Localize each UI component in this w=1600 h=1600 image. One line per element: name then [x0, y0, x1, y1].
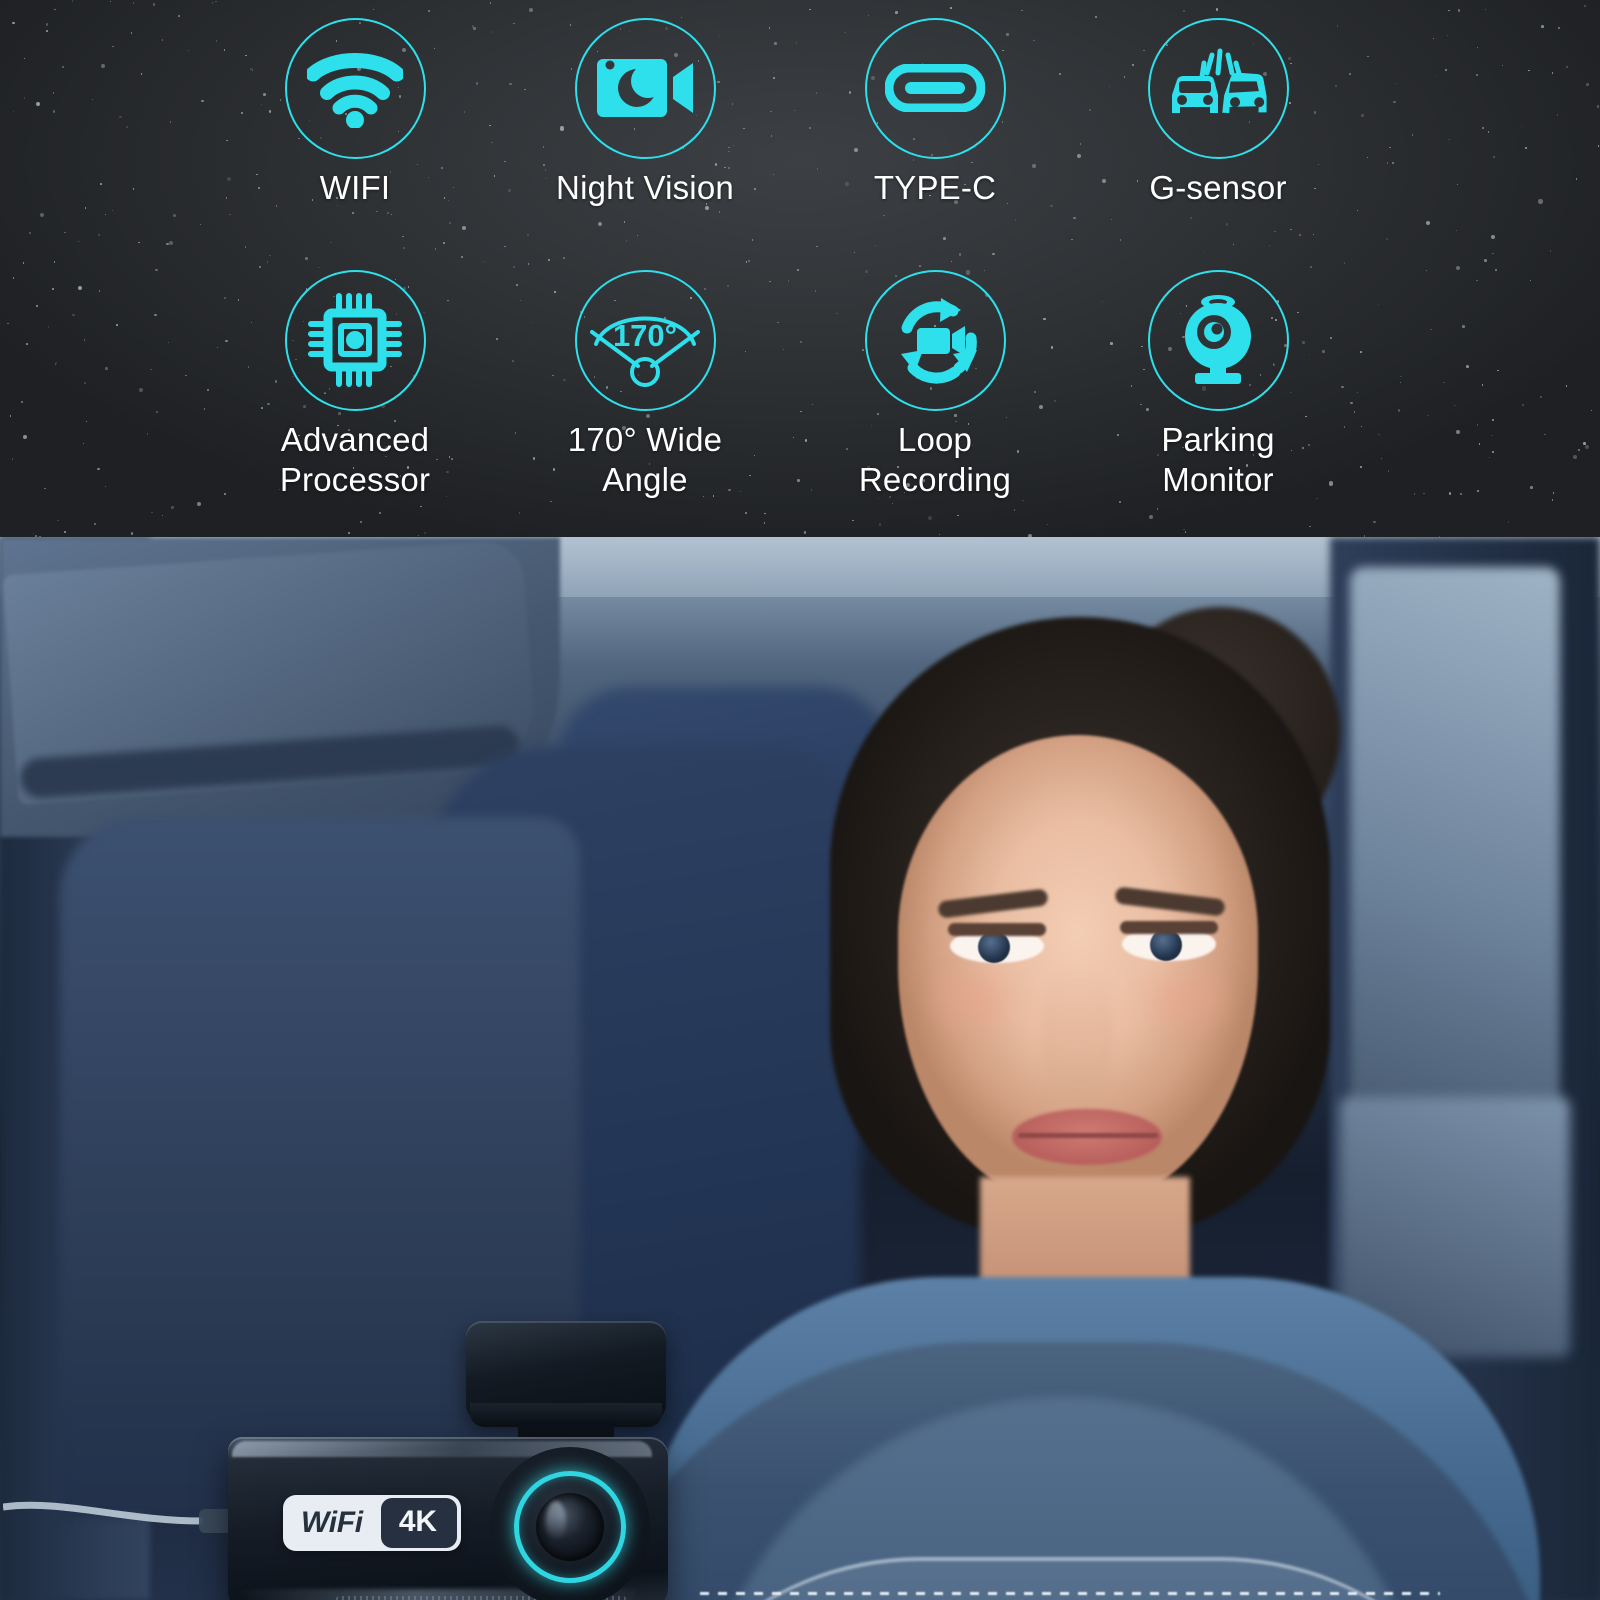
usb-c-cable	[3, 1501, 233, 1533]
lens-glare	[546, 1501, 566, 1541]
feature-label-processor: Advanced Processor	[279, 421, 431, 498]
wifi-badge-label: WiFi	[301, 1506, 363, 1539]
parking-icon-circle	[1147, 269, 1289, 411]
wideangle-icon-circle: 170°	[574, 269, 716, 411]
svg-text:170°: 170°	[613, 318, 677, 353]
feature-wideangle: 170° 170° Wide Angle	[500, 0, 790, 537]
feature-panel: WIFI Night Vision TYPE-C G-sensor Advanc…	[0, 0, 1600, 537]
wide-angle-gauge-icon: 170°	[577, 272, 714, 409]
feature-parking: Parking Monitor	[1073, 0, 1363, 537]
cheek-right	[1130, 957, 1240, 1042]
eyelid-left	[948, 923, 1046, 936]
feature-label-loop: Loop Recording	[858, 421, 1012, 498]
steering-wheel-stitching	[700, 1592, 1440, 1595]
dash-camera-product: WiFi 4K	[3, 1317, 688, 1600]
lip-line	[1018, 1133, 1158, 1138]
feature-label-wideangle: 170° Wide Angle	[567, 421, 723, 498]
nose	[1042, 967, 1112, 1097]
feature-grid: WIFI Night Vision TYPE-C G-sensor Advanc…	[0, 0, 1600, 537]
feature-label-parking: Parking Monitor	[1161, 421, 1275, 498]
product-badge: WiFi 4K	[283, 1495, 461, 1551]
feature-processor: Advanced Processor	[210, 0, 500, 537]
cpu-chip-icon	[287, 272, 424, 409]
processor-icon-circle	[284, 269, 426, 411]
loop-icon-circle	[864, 269, 1006, 411]
cheek-left	[920, 957, 1030, 1042]
product-marketing-image: WIFI Night Vision TYPE-C G-sensor Advanc…	[0, 0, 1600, 1600]
resolution-badge-label: 4K	[380, 1498, 457, 1548]
eyelid-right	[1120, 921, 1218, 934]
loop-recording-icon	[867, 272, 1004, 409]
lifestyle-photo: WiFi 4K	[0, 537, 1600, 1600]
parking-monitor-camera-icon	[1150, 272, 1287, 409]
feature-loop: Loop Recording	[790, 0, 1080, 537]
